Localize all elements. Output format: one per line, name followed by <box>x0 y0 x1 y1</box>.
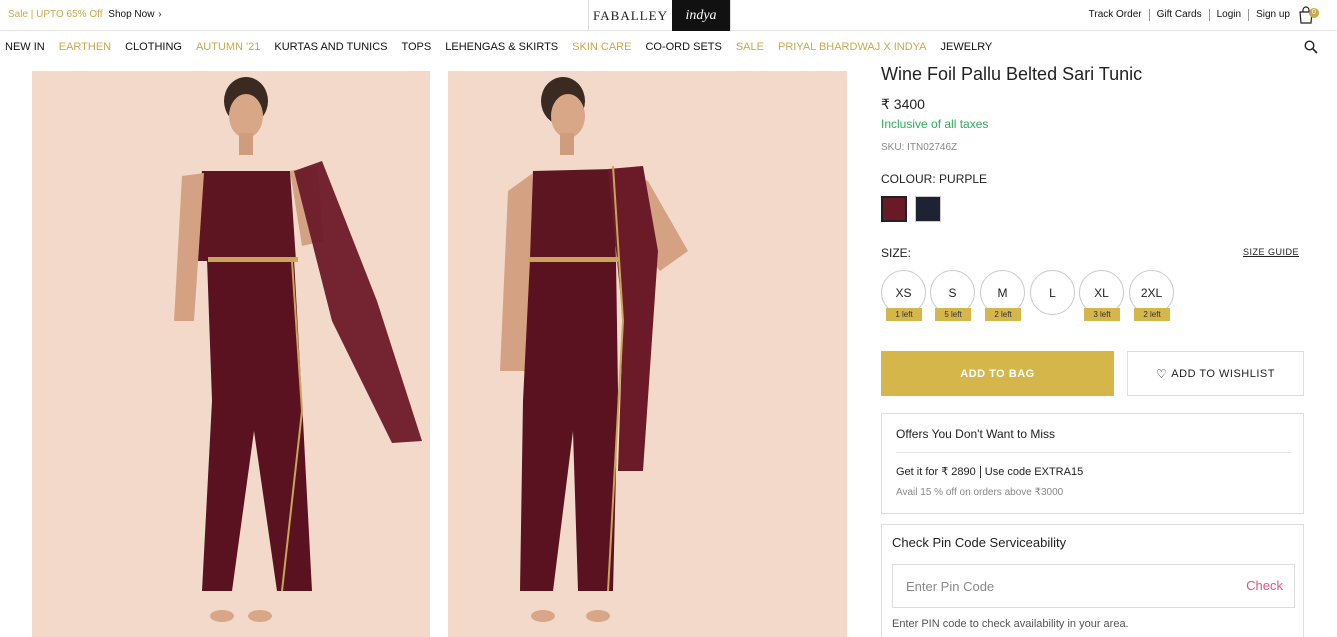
nav-item-skin-care[interactable]: SKIN CARE <box>572 41 631 53</box>
stock-badge-xl: 3 left <box>1084 308 1120 321</box>
offer-code: Use code EXTRA15 <box>984 466 1084 478</box>
main-nav: NEW IN EARTHEN CLOTHING AUTUMN '21 KURTA… <box>0 32 1337 62</box>
colour-value: PURPLE <box>939 172 988 186</box>
search-icon[interactable] <box>1304 40 1318 54</box>
product-image-front[interactable] <box>32 71 430 637</box>
stock-badge-2xl: 2 left <box>1134 308 1170 321</box>
brand-indya-logo[interactable]: indya <box>672 0 730 31</box>
chevron-right-icon: › <box>158 9 162 20</box>
stock-badge-m: 2 left <box>985 308 1021 321</box>
add-to-wishlist-button[interactable]: ♡ ADD TO WISHLIST <box>1127 351 1304 396</box>
swatch-purple[interactable] <box>881 196 907 222</box>
product-image-side[interactable] <box>448 71 847 637</box>
product-title: Wine Foil Pallu Belted Sari Tunic <box>881 64 1143 84</box>
promo-banner[interactable]: Sale | UPTO 65% Off Shop Now › <box>8 9 162 20</box>
offers-title: Offers You Don't Want to Miss <box>896 427 1056 441</box>
product-price: ₹ 3400 <box>881 96 925 112</box>
add-to-wishlist-label: ADD TO WISHLIST <box>1171 367 1275 380</box>
gift-cards-link[interactable]: Gift Cards <box>1150 9 1210 21</box>
offers-box: Offers You Don't Want to Miss Get it for… <box>881 413 1304 514</box>
offers-divider <box>896 452 1291 453</box>
bag-count-badge: 0 <box>1309 8 1319 18</box>
nav-item-sale[interactable]: SALE <box>736 41 764 53</box>
login-link[interactable]: Login <box>1210 9 1250 21</box>
nav-item-clothing[interactable]: CLOTHING <box>125 41 182 53</box>
model-figure-front <box>32 71 430 637</box>
shop-now-link[interactable]: Shop Now <box>108 9 154 20</box>
shopping-bag-icon[interactable]: 0 <box>1297 6 1319 26</box>
top-bar: Sale | UPTO 65% Off Shop Now › FABALLEY … <box>0 0 1337 31</box>
pincode-box: Check Pin Code Serviceability Check Ente… <box>881 524 1304 637</box>
stock-badge-s: 5 left <box>935 308 971 321</box>
add-to-bag-button[interactable]: ADD TO BAG <box>881 351 1114 396</box>
brand-switcher: FABALLEY indya <box>588 0 731 31</box>
nav-item-autumn-21[interactable]: AUTUMN '21 <box>196 41 260 53</box>
size-option-l[interactable]: L <box>1030 270 1075 315</box>
stock-badge-xs: 1 left <box>886 308 922 321</box>
nav-item-priyal-bhardwaj[interactable]: PRIYAL BHARDWAJ X INDYA <box>778 41 927 53</box>
offer-separator <box>979 466 981 479</box>
product-sku: SKU: ITN02746Z <box>881 142 958 153</box>
swatch-navy[interactable] <box>915 196 941 222</box>
nav-item-earthen[interactable]: EARTHEN <box>59 41 111 53</box>
size-guide-link[interactable]: SIZE GUIDE <box>1243 247 1299 257</box>
colour-label: COLOUR: PURPLE <box>881 172 987 186</box>
model-figure-side <box>448 71 847 637</box>
colour-label-text: COLOUR: <box>881 172 936 186</box>
account-links: Track Order Gift Cards Login Sign up <box>1082 9 1297 21</box>
offer-price: Get it for ₹ 2890 <box>896 466 976 478</box>
pincode-check-button[interactable]: Check <box>1246 578 1283 593</box>
promo-sale-text: Sale | UPTO 65% Off <box>8 9 103 20</box>
nav-item-jewelry[interactable]: JEWELRY <box>941 41 993 53</box>
nav-item-lehengas-skirts[interactable]: LEHENGAS & SKIRTS <box>445 41 558 53</box>
track-order-link[interactable]: Track Order <box>1082 9 1150 21</box>
pincode-title: Check Pin Code Serviceability <box>892 535 1067 550</box>
offer-subtext: Avail 15 % off on orders above ₹3000 <box>896 487 1064 498</box>
nav-item-kurtas-and-tunics[interactable]: KURTAS AND TUNICS <box>274 41 387 53</box>
heart-icon: ♡ <box>1156 366 1168 381</box>
size-label: SIZE: <box>881 246 912 260</box>
nav-items: NEW IN EARTHEN CLOTHING AUTUMN '21 KURTA… <box>5 41 1006 53</box>
taxes-note: Inclusive of all taxes <box>881 117 989 131</box>
nav-item-co-ord-sets[interactable]: CO-ORD SETS <box>645 41 721 53</box>
offer-line: Get it for ₹ 2890 Use code EXTRA15 <box>896 465 1084 479</box>
signup-link[interactable]: Sign up <box>1249 9 1297 21</box>
nav-item-tops[interactable]: TOPS <box>401 41 431 53</box>
brand-faballey-logo[interactable]: FABALLEY <box>589 0 672 31</box>
nav-item-new-in[interactable]: NEW IN <box>5 41 45 53</box>
pincode-help-text: Enter PIN code to check availability in … <box>892 618 1129 630</box>
pincode-input[interactable] <box>893 565 1223 607</box>
pincode-field: Check <box>892 564 1295 608</box>
